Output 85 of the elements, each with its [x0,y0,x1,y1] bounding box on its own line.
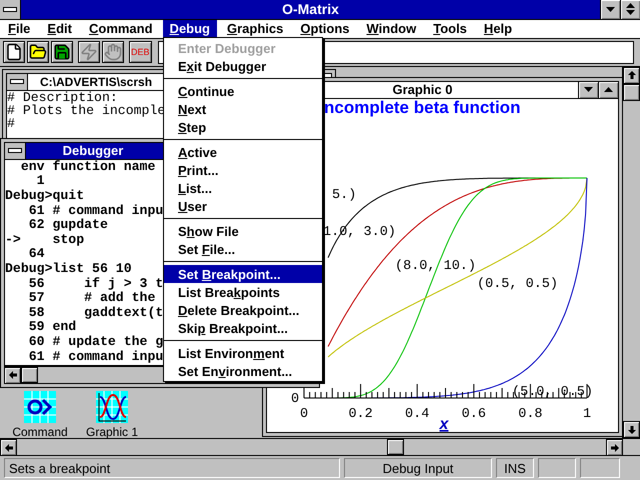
menu-item[interactable]: Command [82,20,160,38]
code-line: -> stop [5,232,84,248]
horizontal-scrollbar[interactable] [0,438,640,456]
folder-icon [29,43,47,62]
x-tick-label: 1 [582,406,592,422]
system-menu-button[interactable] [0,0,21,19]
scroll-arrow-button[interactable] [623,66,640,84]
window-title: C:\ADVERTIS\scrsh [39,74,154,90]
code-line: 61 # command inpu [28,350,164,364]
x-axis-label: x [440,416,448,432]
window-title: Debugger [62,142,124,159]
x-tick-label: 0 [300,406,308,422]
graph-window-icon[interactable] [96,390,128,423]
menu-item[interactable]: Help [476,20,520,38]
code-line: # Description: [7,90,118,104]
toolbar-button[interactable] [27,41,49,64]
scroll-thumb[interactable] [387,439,404,456]
command-prompt-icon[interactable] [24,390,56,423]
menu-item[interactable]: Window [360,20,424,38]
arrow-icon [8,370,18,380]
curve-label: (8.0, 10.) [395,258,476,274]
toolbar-button[interactable] [51,41,73,64]
icon-label: Command [12,424,68,438]
arrow-icon [626,70,636,80]
code-line: Debug>quit [5,189,84,204]
menu-item[interactable]: Tools [426,20,474,38]
down-triangle-icon [606,6,615,12]
status-mode: Debug Input [344,458,492,478]
system-menu-button[interactable] [7,74,28,90]
status-message: Sets a breakpoint [4,458,340,478]
y-tick-label: 0 [291,392,300,407]
up-triangle-icon [604,87,613,92]
toolbar-button[interactable] [3,41,25,64]
code-line: # Plots the incomple [7,104,166,117]
window-title: O-Matrix [282,1,339,18]
code-line: 62 gupdate [28,218,108,233]
menu-item[interactable]: Options [293,20,356,38]
restore-button[interactable] [620,0,640,19]
code-line: 61 # command inpu [28,204,164,218]
code-line: env function name [20,160,156,174]
code-line: 60 # update the g [28,334,164,350]
scroll-arrow-button[interactable] [606,439,623,456]
vertical-scrollbar[interactable] [622,66,640,438]
minimize-button[interactable] [600,0,620,19]
menu-item[interactable]: Debug [162,20,217,38]
arrow-icon [626,424,636,435]
code-line: 59 end [28,320,76,335]
menu-item[interactable]: Set Breakpoint... [164,265,322,283]
scroll-thumb[interactable] [623,84,640,101]
curve-label: 5.) [332,188,356,203]
system-menu-button[interactable] [5,142,26,159]
up-down-triangle-icon [626,3,635,16]
hand-icon [104,43,122,62]
menu-item[interactable]: Graphics [220,20,290,38]
scroll-arrow-button[interactable] [4,366,21,384]
code-line: 1 [36,174,45,190]
status-panel [580,458,620,478]
status-panel [538,458,576,478]
curve-label: (0.5, 0.5) [477,276,558,292]
scroll-arrow-button[interactable] [0,439,17,456]
x-tick-label: 0.2 [348,406,373,422]
code-line: 57 # add the [28,291,156,306]
icon-label: Graphic 1 [86,424,138,438]
scroll-thumb[interactable] [21,366,38,383]
scroll-arrow-button[interactable] [623,421,640,438]
code-line: Debug>list 56 10 [5,262,132,277]
new-file-icon [5,43,23,62]
code-line: 58 gaddtext(t [28,306,164,320]
x-tick-label: 0.8 [518,406,543,422]
chart-title: ncomplete beta function [324,98,520,117]
menu-item[interactable]: File [1,20,38,38]
minimize-button[interactable] [578,82,598,98]
window-title: Graphic 0 [392,82,454,98]
arrow-icon [4,442,14,453]
down-triangle-icon [584,87,593,92]
menu-item[interactable]: Edit [40,20,79,38]
arrow-icon [610,442,620,453]
maximize-button[interactable] [598,82,618,98]
code-line: 64 [28,247,45,262]
code-line: # [7,116,15,130]
insert-indicator: INS [496,458,534,478]
lightning-icon [80,43,98,62]
x-tick-label: 0.6 [462,406,486,422]
x-tick-label: 0.4 [405,406,430,422]
code-line: 56 if j > 3 t [28,276,164,292]
